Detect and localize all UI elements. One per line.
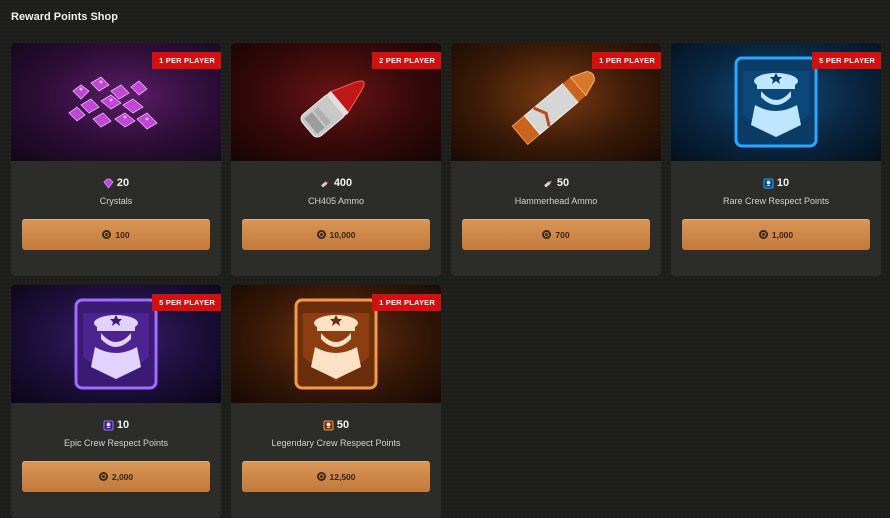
item-quantity: 50 <box>231 418 441 432</box>
purchase-limit-badge: 5 PER PLAYER <box>812 52 881 69</box>
rocket-small-icon <box>543 180 552 188</box>
shop-item-card-hammerhead-ammo[interactable]: 1 PER PLAYER 50 Hammerhead Ammo 700 <box>451 43 661 276</box>
price-value: 2,000 <box>111 471 134 482</box>
shop-item-card-rare-crew-respect-points[interactable]: 5 PER PLAYER 10 Rare Crew Respect Points… <box>671 43 881 276</box>
buy-button[interactable]: 2,000 <box>22 461 210 492</box>
item-quantity: 20 <box>11 176 221 190</box>
price-value: 1,000 <box>771 229 794 240</box>
item-name: Epic Crew Respect Points <box>63 438 169 448</box>
page-title: Reward Points Shop <box>11 11 118 23</box>
quantity-value: 400 <box>333 177 353 189</box>
item-image: 2 PER PLAYER <box>231 43 441 161</box>
item-name: Crystals <box>99 196 133 206</box>
item-image: 1 PER PLAYER <box>11 43 221 161</box>
buy-button[interactable]: 12,500 <box>242 461 430 492</box>
shop-item-card-ch405-ammo[interactable]: 2 PER PLAYER 400 CH405 Ammo 10,000 <box>231 43 441 276</box>
shop-item-card-legendary-crew-respect-points[interactable]: 1 PER PLAYER 50 Legendary Crew Respect P… <box>231 285 441 518</box>
reward-points-icon <box>316 472 326 481</box>
price-value: 10,000 <box>329 229 356 240</box>
buy-button[interactable]: 700 <box>462 219 650 250</box>
buy-button[interactable]: 1,000 <box>682 219 870 250</box>
crystal-icon <box>103 178 114 188</box>
quantity-value: 50 <box>336 419 350 431</box>
purchase-limit-badge: 1 PER PLAYER <box>372 294 441 311</box>
item-quantity: 10 <box>671 176 881 190</box>
shop-item-card-crystals[interactable]: 1 PER PLAYER 20 Crystals 100 <box>11 43 221 276</box>
buy-button[interactable]: 10,000 <box>242 219 430 250</box>
shop-items-grid: 1 PER PLAYER 20 Crystals 100 2 PER PLAYE… <box>11 43 881 518</box>
crew-badge-small-icon <box>103 420 114 430</box>
purchase-limit-badge: 1 PER PLAYER <box>592 52 661 69</box>
item-quantity: 400 <box>231 176 441 190</box>
purchase-limit-badge: 5 PER PLAYER <box>152 294 221 311</box>
item-image: 1 PER PLAYER <box>451 43 661 161</box>
item-name: Rare Crew Respect Points <box>722 196 830 206</box>
price-value: 12,500 <box>329 471 356 482</box>
quantity-value: 50 <box>556 177 570 189</box>
reward-points-icon <box>316 230 326 239</box>
reward-points-icon <box>758 230 768 239</box>
price-value: 100 <box>115 229 130 240</box>
item-quantity: 10 <box>11 418 221 432</box>
quantity-value: 20 <box>116 177 130 189</box>
reward-points-icon <box>542 230 552 239</box>
item-image: 1 PER PLAYER <box>231 285 441 403</box>
item-name: Hammerhead Ammo <box>514 196 598 206</box>
buy-button[interactable]: 100 <box>22 219 210 250</box>
crew-badge-small-icon <box>763 178 774 188</box>
quantity-value: 10 <box>116 419 130 431</box>
purchase-limit-badge: 2 PER PLAYER <box>372 52 441 69</box>
purchase-limit-badge: 1 PER PLAYER <box>152 52 221 69</box>
quantity-value: 10 <box>776 177 790 189</box>
price-value: 700 <box>555 229 570 240</box>
item-name: Legendary Crew Respect Points <box>271 438 401 448</box>
item-name: CH405 Ammo <box>307 196 365 206</box>
item-quantity: 50 <box>451 176 661 190</box>
reward-points-icon <box>98 472 108 481</box>
item-image: 5 PER PLAYER <box>11 285 221 403</box>
reward-points-icon <box>102 230 112 239</box>
shop-item-card-epic-crew-respect-points[interactable]: 5 PER PLAYER 10 Epic Crew Respect Points… <box>11 285 221 518</box>
ammo-small-icon <box>320 180 329 188</box>
item-image: 5 PER PLAYER <box>671 43 881 161</box>
crew-badge-small-icon <box>323 420 334 430</box>
